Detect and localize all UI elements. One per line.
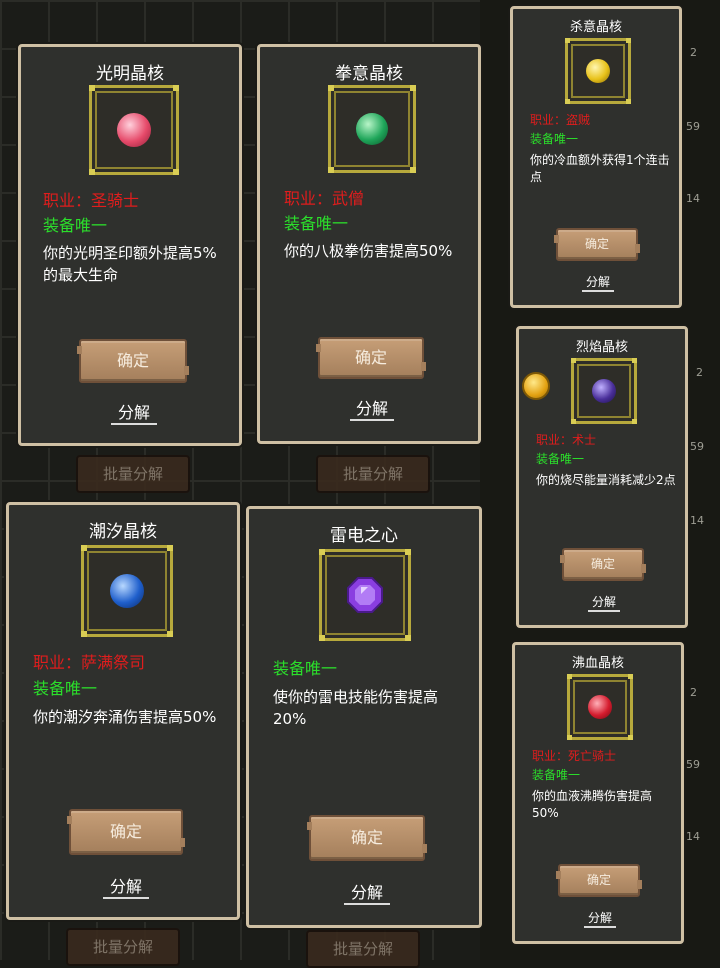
gold-coin-icon xyxy=(522,372,550,400)
confirm-button[interactable]: 确定 xyxy=(67,809,185,855)
item-count: 2 xyxy=(690,46,697,59)
item-count: 59 xyxy=(690,440,704,453)
item-icon-frame xyxy=(567,674,633,740)
decompose-link[interactable]: 分解 xyxy=(584,909,616,928)
item-description: 你的八极拳伤害提高50% xyxy=(284,242,453,260)
item-count: 14 xyxy=(690,514,704,527)
class-requirement: 职业：武僧 xyxy=(284,189,365,208)
confirm-button[interactable]: 确定 xyxy=(307,815,427,861)
item-count: 2 xyxy=(696,366,703,379)
batch-decompose-button[interactable]: 批量分解 xyxy=(316,455,430,493)
decompose-link[interactable]: 分解 xyxy=(350,395,394,421)
class-requirement: 职业：圣骑士 xyxy=(43,191,140,210)
confirm-button[interactable]: 确定 xyxy=(560,548,646,581)
confirm-button[interactable]: 确定 xyxy=(77,339,189,383)
item-count: 59 xyxy=(686,758,700,771)
item-icon-frame xyxy=(89,85,179,175)
item-description: 你的光明圣印额外提高5%的最大生命 xyxy=(43,244,217,284)
item-count: 59 xyxy=(686,120,700,133)
item-description: 你的烧尽能量消耗减少2点 xyxy=(536,473,676,487)
confirm-button[interactable]: 确定 xyxy=(554,228,640,261)
item-count: 2 xyxy=(690,686,697,699)
item-title: 拳意晶核 xyxy=(335,64,403,84)
item-description: 你的潮汐奔涌伤害提高50% xyxy=(33,708,217,726)
batch-decompose-button[interactable]: 批量分解 xyxy=(66,928,180,966)
dark-purple-gem-icon xyxy=(592,379,616,403)
item-tooltip-light-core: 光明晶核 职业：圣骑士 装备唯一 你的光明圣印额外提高5%的最大生命 确定 分解 xyxy=(18,44,242,446)
blue-gem-icon xyxy=(110,574,144,608)
item-icon-frame xyxy=(571,358,637,424)
confirm-button[interactable]: 确定 xyxy=(316,337,426,379)
purple-gem-icon xyxy=(347,577,383,613)
decompose-link[interactable]: 分解 xyxy=(103,873,149,899)
item-icon-frame xyxy=(328,85,416,173)
item-tooltip-thunder-heart: 雷电之心 装备唯一 使你的雷电技能伤害提高20% 确定 分解 xyxy=(246,506,482,928)
unique-equip-label: 装备唯一 xyxy=(273,659,338,678)
item-description: 你的血液沸腾伤害提高50% xyxy=(532,789,653,821)
item-icon-frame xyxy=(565,38,631,104)
decompose-link[interactable]: 分解 xyxy=(111,399,157,425)
item-title: 沸血晶核 xyxy=(571,656,624,671)
item-title: 潮汐晶核 xyxy=(89,522,157,542)
unique-equip-label: 装备唯一 xyxy=(532,768,581,782)
confirm-button[interactable]: 确定 xyxy=(556,864,642,897)
class-requirement: 职业：盗贼 xyxy=(530,113,591,127)
item-description: 你的冷血额外获得1个连击点 xyxy=(530,153,670,185)
decompose-link[interactable]: 分解 xyxy=(344,879,390,905)
item-count: 14 xyxy=(686,192,700,205)
item-tooltip-kill-core: 杀意晶核 职业：盗贼 装备唯一 你的冷血额外获得1个连击点 确定 分解 xyxy=(510,6,682,308)
batch-decompose-button[interactable]: 批量分解 xyxy=(306,930,420,968)
pink-gem-icon xyxy=(117,113,151,147)
yellow-gem-icon xyxy=(586,59,610,83)
item-count: 14 xyxy=(686,830,700,843)
item-description: 使你的雷电技能伤害提高20% xyxy=(273,688,439,728)
unique-equip-label: 装备唯一 xyxy=(284,214,349,233)
unique-equip-label: 装备唯一 xyxy=(530,132,579,146)
item-icon-frame xyxy=(319,549,411,641)
class-requirement: 职业：死亡骑士 xyxy=(532,749,617,763)
item-title: 烈焰晶核 xyxy=(575,340,628,355)
unique-equip-label: 装备唯一 xyxy=(33,679,98,698)
decompose-link[interactable]: 分解 xyxy=(582,273,614,292)
unique-equip-label: 装备唯一 xyxy=(536,452,585,466)
decompose-link[interactable]: 分解 xyxy=(588,593,620,612)
item-title: 光明晶核 xyxy=(96,64,164,84)
item-title: 杀意晶核 xyxy=(569,20,622,35)
unique-equip-label: 装备唯一 xyxy=(43,216,108,235)
batch-decompose-button[interactable]: 批量分解 xyxy=(76,455,190,493)
item-tooltip-fist-core: 拳意晶核 职业：武僧 装备唯一 你的八极拳伤害提高50% 确定 分解 xyxy=(257,44,481,444)
item-tooltip-boil-blood-core: 沸血晶核 职业：死亡骑士 装备唯一 你的血液沸腾伤害提高50% 确定 分解 xyxy=(512,642,684,944)
class-requirement: 职业：萨满祭司 xyxy=(33,653,146,672)
class-requirement: 职业：术士 xyxy=(536,433,597,447)
item-tooltip-tide-core: 潮汐晶核 职业：萨满祭司 装备唯一 你的潮汐奔涌伤害提高50% 确定 分解 xyxy=(6,502,240,920)
red-gem-icon xyxy=(588,695,612,719)
item-tooltip-flame-core: 烈焰晶核 职业：术士 装备唯一 你的烧尽能量消耗减少2点 确定 分解 xyxy=(516,326,688,628)
green-gem-icon xyxy=(356,113,388,145)
item-icon-frame xyxy=(81,545,173,637)
item-title: 雷电之心 xyxy=(330,526,398,546)
